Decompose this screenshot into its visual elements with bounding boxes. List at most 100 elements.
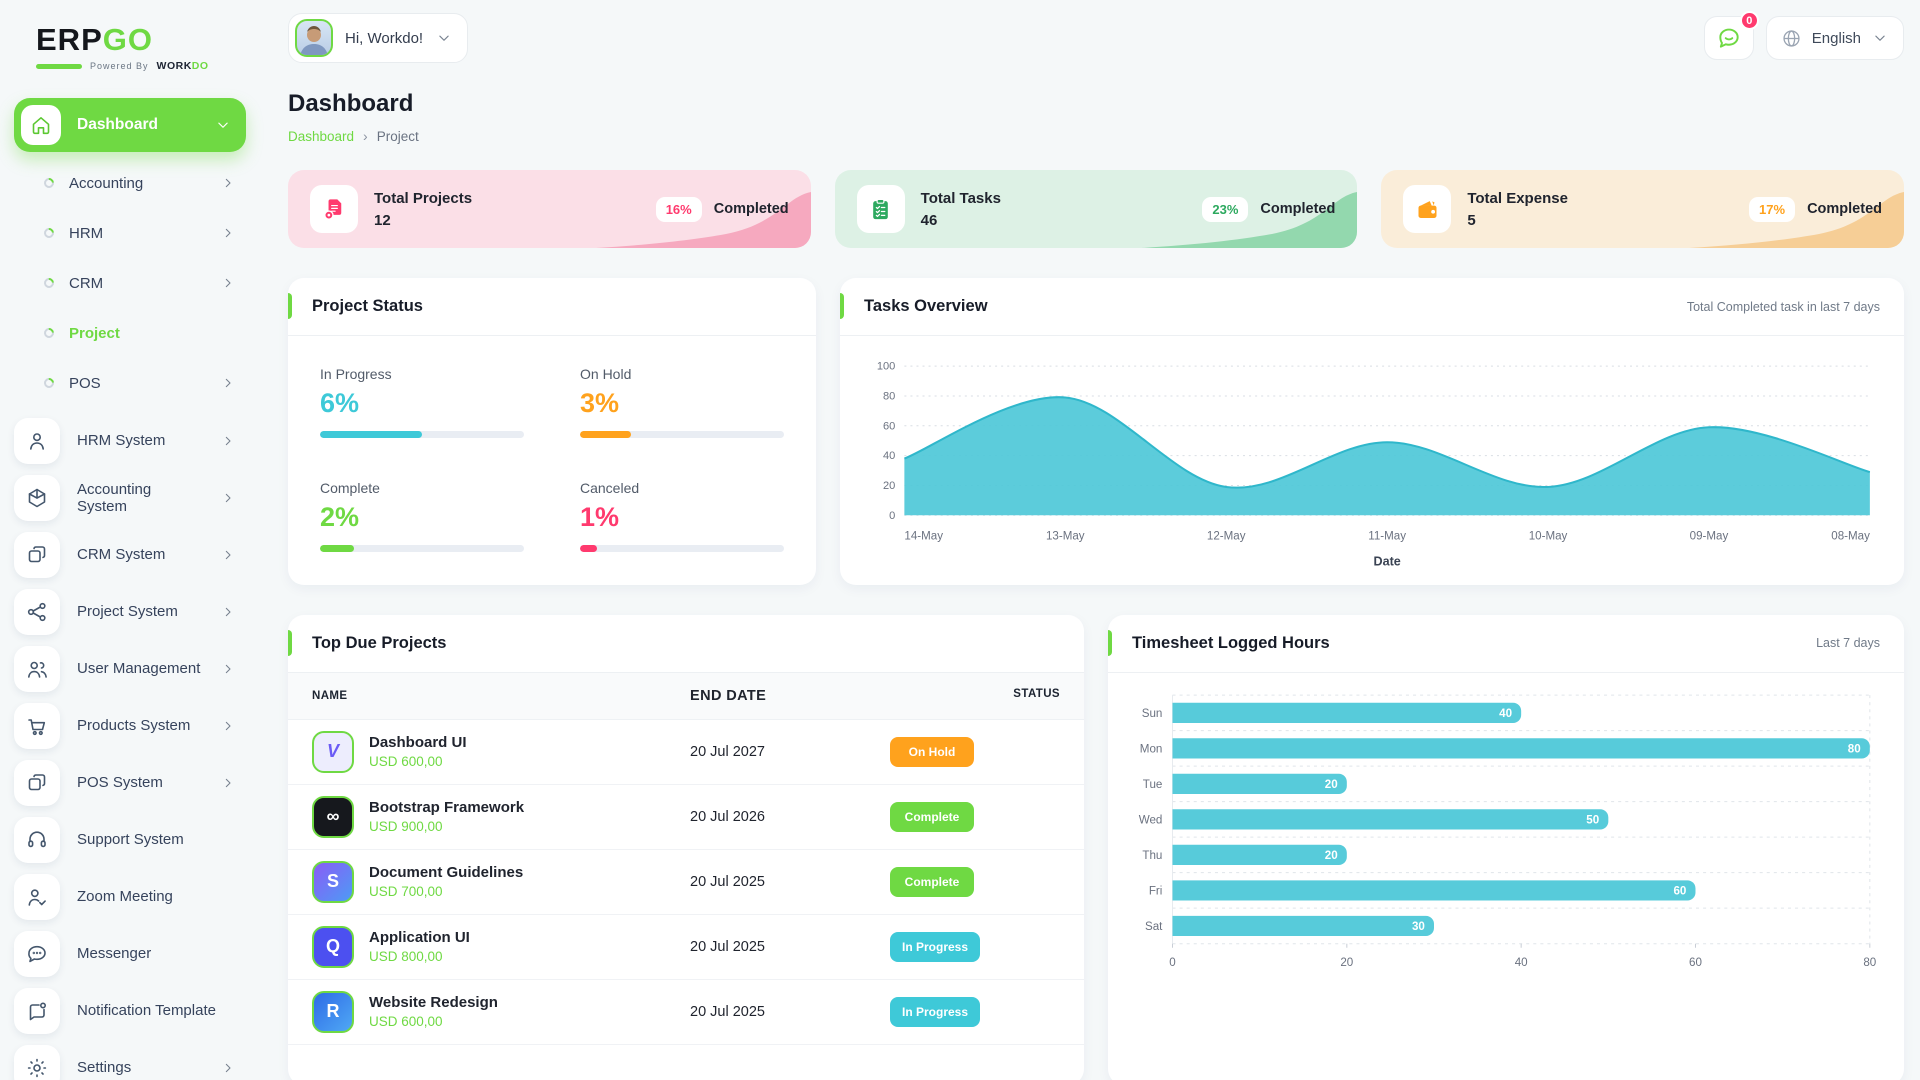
sidebar-item-dashboard[interactable]: Dashboard (14, 98, 246, 152)
notification-count-badge: 0 (1740, 11, 1759, 30)
project-end-date: 20 Jul 2027 (690, 744, 890, 760)
page-title: Dashboard (288, 90, 1904, 118)
sidebar-item-support-system[interactable]: Support System (14, 811, 246, 868)
svg-text:13-May: 13-May (1046, 530, 1085, 542)
chevron-right-icon (220, 604, 236, 620)
messages-button[interactable]: 0 (1704, 16, 1754, 60)
svg-text:Mon: Mon (1140, 742, 1163, 755)
user-icon (25, 429, 49, 453)
top-due-projects-card: Top Due Projects NAME END DATE STATUS V … (288, 615, 1084, 1080)
sidebar-item-pos-system[interactable]: POS System (14, 754, 246, 811)
svg-text:20: 20 (1325, 849, 1338, 862)
stat-completed-label: Completed (1807, 201, 1882, 217)
breadcrumb-home-link[interactable]: Dashboard (288, 129, 354, 144)
sidebar-item-zoom-meeting[interactable]: Zoom Meeting (14, 868, 246, 925)
project-logo: Q (312, 926, 354, 968)
sidebar-item-hrm[interactable]: HRM (14, 208, 246, 258)
sidebar-item-notification-template[interactable]: Notification Template (14, 982, 246, 1039)
table-body: V Dashboard UI USD 600,00 20 Jul 2027 On… (288, 720, 1084, 1045)
stat-value: 12 (374, 212, 472, 229)
column-status: STATUS (890, 688, 1060, 704)
table-row[interactable]: Q Application UI USD 800,00 20 Jul 2025 … (288, 915, 1084, 980)
cart-icon (25, 714, 49, 738)
sidebar-item-label: Accounting System (77, 481, 203, 515)
svg-text:Wed: Wed (1139, 813, 1163, 826)
sidebar-item-label: User Management (77, 660, 203, 677)
avatar (295, 19, 333, 57)
project-price: USD 800,00 (369, 949, 470, 964)
project-name: Document Guidelines (369, 864, 523, 881)
chevron-right-icon (220, 490, 236, 506)
wallet-icon (1403, 185, 1451, 233)
svg-text:80: 80 (1848, 742, 1861, 755)
table-row[interactable]: ∞ Bootstrap Framework USD 900,00 20 Jul … (288, 785, 1084, 850)
svg-text:80: 80 (1863, 956, 1876, 969)
sidebar-item-label: CRM (69, 275, 205, 292)
progress-bar (320, 545, 524, 552)
stat-completed-label: Completed (714, 201, 789, 217)
project-end-date: 20 Jul 2026 (690, 809, 890, 825)
timesheet-chart[interactable]: 40Sun80Mon20Tue50Wed20Thu60Fri30Sat02040… (1108, 673, 1904, 991)
powered-by-label: Powered By (90, 61, 149, 71)
share-icon (25, 600, 49, 624)
bullet-icon (42, 276, 56, 290)
svg-text:100: 100 (877, 361, 895, 373)
user-check-icon (25, 885, 49, 909)
notification-icon (25, 999, 49, 1023)
tasks-overview-chart[interactable]: 02040608010014-May13-May12-May11-May10-M… (840, 336, 1904, 585)
svg-text:20: 20 (1325, 778, 1338, 791)
sidebar-item-crm-system[interactable]: CRM System (14, 526, 246, 583)
svg-text:12-May: 12-May (1207, 530, 1246, 542)
bullet-icon (42, 226, 56, 240)
sidebar-item-label: Project System (77, 603, 203, 620)
sidebar-item-label: POS System (77, 774, 203, 791)
sidebar-item-accounting[interactable]: Accounting (14, 158, 246, 208)
stat-cards-row: Total Projects 12 16% Completed Total Ta… (288, 170, 1904, 248)
sidebar-item-project-system[interactable]: Project System (14, 583, 246, 640)
topbar: Hi, Workdo! 0 English (288, 10, 1904, 66)
svg-text:20: 20 (1340, 956, 1353, 969)
globe-icon (1781, 28, 1802, 49)
sidebar-item-accounting-system[interactable]: Accounting System (14, 469, 246, 526)
cube-icon (25, 486, 49, 510)
chat-bubble-icon (1716, 25, 1742, 51)
bullet-icon (42, 326, 56, 340)
svg-text:0: 0 (1169, 956, 1175, 969)
sidebar-item-hrm-system[interactable]: HRM System (14, 412, 246, 469)
table-row[interactable]: R Website Redesign USD 600,00 20 Jul 202… (288, 980, 1084, 1045)
sidebar-item-settings[interactable]: Settings (14, 1039, 246, 1080)
headset-icon (25, 828, 49, 852)
svg-text:30: 30 (1412, 920, 1425, 933)
table-row[interactable]: V Dashboard UI USD 600,00 20 Jul 2027 On… (288, 720, 1084, 785)
svg-text:09-May: 09-May (1690, 530, 1729, 542)
sidebar-item-label: Messenger (77, 945, 236, 962)
sidebar-item-project[interactable]: Project (14, 308, 246, 358)
sidebar-item-crm[interactable]: CRM (14, 258, 246, 308)
status-badge: Complete (890, 867, 974, 897)
stat-completed-label: Completed (1260, 201, 1335, 217)
sidebar-item-label: POS (69, 375, 205, 392)
progress-bar (320, 431, 524, 438)
svg-text:80: 80 (883, 390, 895, 402)
sidebar-item-messenger[interactable]: Messenger (14, 925, 246, 982)
stat-card-total-tasks: Total Tasks 46 23% Completed (835, 170, 1358, 248)
stat-value: 5 (1467, 212, 1568, 229)
chevron-right-icon (220, 375, 236, 391)
project-price: USD 700,00 (369, 884, 523, 899)
user-menu-button[interactable]: Hi, Workdo! (288, 13, 468, 63)
language-label: English (1812, 30, 1861, 47)
column-name: NAME (312, 688, 690, 704)
sidebar-item-label: Zoom Meeting (77, 888, 236, 905)
project-logo: S (312, 861, 354, 903)
greeting-text: Hi, Workdo! (345, 30, 423, 47)
table-row[interactable]: S Document Guidelines USD 700,00 20 Jul … (288, 850, 1084, 915)
language-selector[interactable]: English (1766, 16, 1904, 60)
sidebar-item-user-management[interactable]: User Management (14, 640, 246, 697)
stat-title: Total Expense (1467, 190, 1568, 207)
sidebar-item-pos[interactable]: POS (14, 358, 246, 408)
svg-text:Thu: Thu (1142, 849, 1162, 862)
sidebar-sub-menu: Accounting HRM CRM Project POS (14, 158, 246, 408)
sidebar-item-products-system[interactable]: Products System (14, 697, 246, 754)
tasks-overview-title: Tasks Overview (864, 297, 988, 316)
stat-value: 46 (921, 212, 1001, 229)
